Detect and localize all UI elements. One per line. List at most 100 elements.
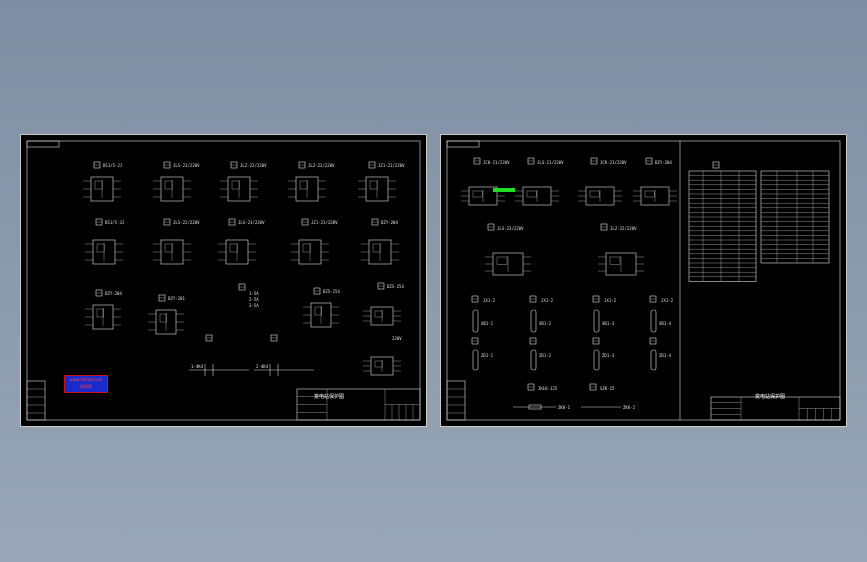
relay-coil <box>314 306 322 316</box>
component-label: JLZ-22/220V <box>240 163 267 168</box>
component-label: 2-5A <box>249 297 259 302</box>
component-label: DZS-254 <box>387 284 404 289</box>
relay-coil <box>96 308 104 318</box>
relay-coil <box>164 243 173 253</box>
component-label: ZD1-3 <box>602 353 615 358</box>
component-label: XB1-3 <box>602 321 615 326</box>
component-label: XB1-1 <box>481 321 494 326</box>
component-label: JLS-23/220V <box>238 220 265 225</box>
relay-mid-1 <box>485 252 531 276</box>
relay-row2-5 <box>361 239 399 265</box>
component-label: 220V <box>392 336 402 341</box>
component-label: 1-5A <box>249 291 259 296</box>
relay-top-2 <box>515 186 559 206</box>
relay-row2-1 <box>85 239 123 265</box>
component-label: JCK-21/220V <box>483 160 510 165</box>
component-label: JX1-2 <box>541 298 554 303</box>
relay-coil <box>96 243 105 253</box>
right-schematic: JCK-21/220V JLS-21/220V JCK-21/220V DZY-204… <box>446 140 841 421</box>
fuse-holder <box>593 349 600 371</box>
component-label: DZS-254 <box>323 289 340 294</box>
component-label: JLS-22/220V <box>173 220 200 225</box>
relay-coil <box>496 256 508 265</box>
relay-top-3 <box>578 186 622 206</box>
component-label: DZY-204 <box>381 220 398 225</box>
component-label: JX1-2 <box>661 298 674 303</box>
component-label: DS1/5-2J <box>103 163 122 168</box>
relay-row2-2 <box>153 239 191 265</box>
relay-row2-4 <box>291 239 329 265</box>
component-label: JKLK-125 <box>538 386 558 391</box>
revision-strip <box>26 380 46 421</box>
component-label: SZK-25 <box>600 386 615 391</box>
component-label: JCK-21/220V <box>600 160 627 165</box>
relay-coil <box>644 190 655 198</box>
relay-coil <box>609 256 621 265</box>
relay-coil <box>231 180 240 190</box>
component-label: JLZ-22/220V <box>308 163 335 168</box>
relay-coil <box>94 180 103 190</box>
stamp-line-1: www.mfcad.com <box>69 377 103 382</box>
component-label: XB1-4 <box>659 321 672 326</box>
highlight-marker <box>493 188 515 192</box>
relay-row1-2 <box>153 176 191 202</box>
relay-row3-1 <box>85 304 121 330</box>
fuse-holder <box>530 349 537 371</box>
inner-border <box>446 140 841 421</box>
component-label: JZ1-21/220V <box>311 220 338 225</box>
relay-coil <box>472 190 483 198</box>
terminal-strip <box>530 309 537 333</box>
component-label: DS1/5-3J <box>105 220 124 225</box>
component-label: JX1-2 <box>604 298 617 303</box>
relay-dzs-2 <box>363 356 401 376</box>
relay-coil <box>526 190 537 198</box>
relay-coil <box>374 360 383 368</box>
drawing-sheet-left: DS1/5-2J JLS-23/220V JLZ-22/220V JLZ-22/220… <box>20 134 427 427</box>
component-label: DZY-204 <box>105 291 122 296</box>
left-title-block-text: 变电站保护图 <box>314 394 345 400</box>
stamp-line-2: 沐风网 <box>80 384 92 389</box>
relay-row1-1 <box>83 176 121 202</box>
corner-tag <box>26 140 60 148</box>
relay-coil <box>229 243 238 253</box>
relay-top-4 <box>633 186 677 206</box>
component-label: DZY-201 <box>168 296 185 301</box>
watermark-stamp: www.mfcad.com 沐风网 <box>64 375 108 393</box>
component-label: JLS-21/220V <box>537 160 564 165</box>
relay-mid-2 <box>598 252 644 276</box>
relay-row3-2 <box>148 309 184 335</box>
terminal-strip <box>593 309 600 333</box>
fuse-holder <box>472 349 479 371</box>
drawing-sheet-right: JCK-21/220V JLS-21/220V JCK-21/220V DZY-204… <box>440 134 847 427</box>
corner-tag <box>446 140 480 148</box>
terminal-strip <box>472 309 479 333</box>
relay-coil <box>369 180 378 190</box>
relay-row3-3 <box>303 302 339 328</box>
component-label: ZD1-2 <box>539 353 552 358</box>
component-label: 2-4K4 <box>256 364 269 369</box>
relay-coil <box>589 190 600 198</box>
component-label: JZ1-21/220V <box>378 163 405 168</box>
relay-row2-3 <box>218 239 256 265</box>
relay-coil <box>159 313 167 323</box>
revision-strip <box>446 380 466 421</box>
component-label: DZY-204 <box>655 160 672 165</box>
component-label: JLS-23/220V <box>173 163 200 168</box>
component-label: 1-4K4 <box>191 364 204 369</box>
component-label: 3-5A <box>249 303 259 308</box>
relay-dzs <box>363 306 401 326</box>
component-label: JLS-23/220V <box>497 226 524 231</box>
relay-row1-5 <box>358 176 396 202</box>
component-label: XB1-2 <box>539 321 552 326</box>
component-label: ZD1-1 <box>481 353 494 358</box>
component-label: ZD1-4 <box>659 353 672 358</box>
component-label: ZKK-2 <box>623 405 636 410</box>
component-label: JX1-2 <box>483 298 496 303</box>
relay-coil <box>164 180 173 190</box>
right-title-block-text: 变电站保护图 <box>755 394 786 400</box>
relay-row1-3 <box>220 176 258 202</box>
relay-row1-4 <box>288 176 326 202</box>
component-label: JLZ-22/220V <box>610 226 637 231</box>
fuse-holder <box>650 349 657 371</box>
component-label: ZKK-1 <box>558 405 571 410</box>
